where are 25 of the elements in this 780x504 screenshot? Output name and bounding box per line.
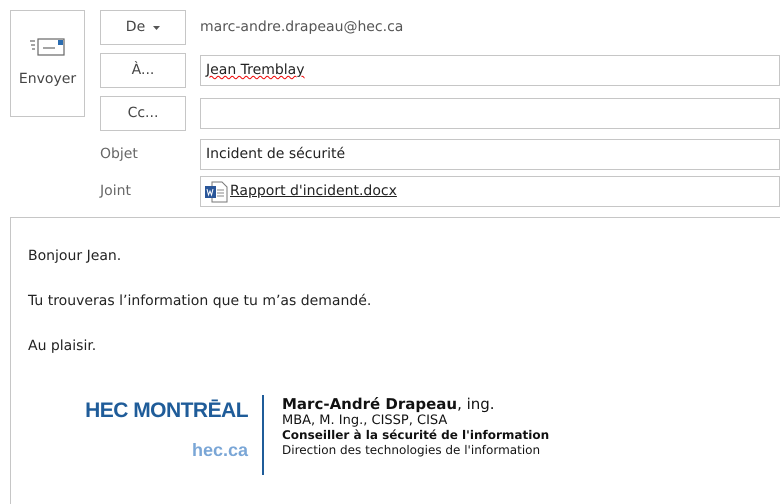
subject-field[interactable]: Incident de sécurité	[200, 139, 780, 170]
from-button[interactable]: De	[100, 10, 186, 45]
signature-credentials: MBA, M. Ing., CISSP, CISA	[282, 413, 448, 428]
signature-department: Direction des technologies de l'information	[282, 443, 542, 458]
to-button[interactable]: À...	[100, 53, 186, 88]
body-paragraph: Tu trouveras l’information que tu m’as demandé.	[28, 292, 372, 311]
message-body[interactable]	[10, 217, 780, 504]
attachment-label: Joint	[100, 182, 132, 201]
body-paragraph: Bonjour Jean.	[28, 247, 122, 266]
to-field[interactable]: Jean Tremblay	[200, 55, 780, 86]
signature-name: Marc-André Drapeau, ing.	[282, 395, 496, 413]
envelope-icon	[28, 37, 66, 57]
cc-button[interactable]: Cc...	[100, 96, 186, 131]
recipient-name: Jean Tremblay	[206, 61, 304, 80]
cc-field[interactable]	[200, 98, 780, 129]
dropdown-caret-icon	[153, 26, 160, 30]
subject-label: Objet	[100, 145, 139, 164]
body-paragraph: Au plaisir.	[28, 337, 98, 356]
attachment-link[interactable]: Rapport d'incident.docx	[230, 181, 397, 202]
send-button[interactable]: Envoyer	[10, 10, 85, 117]
website-text: hec.ca	[192, 439, 248, 462]
signature-title: Conseiller à la sécurité de l'information	[282, 428, 550, 443]
word-document-icon	[204, 180, 228, 202]
sender-address: marc-andre.drapeau@hec.ca	[200, 18, 404, 37]
logo-text: HEC MONTRĒAL	[85, 398, 248, 424]
